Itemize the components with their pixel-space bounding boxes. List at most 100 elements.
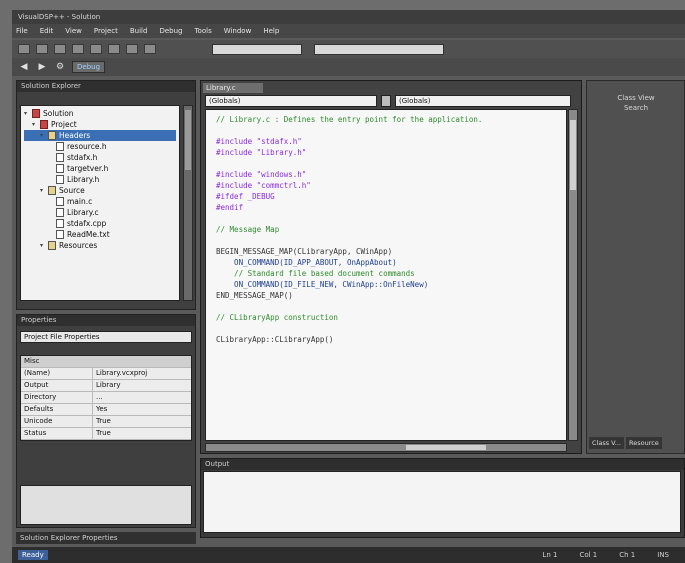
editor-vertical-scrollbar[interactable] [568,109,578,441]
editor-hscroll-thumb[interactable] [406,445,486,450]
menu-edit[interactable]: Edit [40,27,54,35]
output-panel: Output [200,458,685,538]
solution-tree: ▾ Solution ▾ Project ▾ Headers resource.h stdaf… [20,105,180,301]
expand-toggle-icon[interactable]: ▾ [40,185,48,196]
properties-description [20,485,192,525]
tree-item-label: ReadMe.txt [67,230,110,239]
back-arrow-icon[interactable]: ◀ [18,61,30,73]
configuration-combo[interactable]: Debug [72,61,106,73]
search-combo[interactable] [314,43,444,55]
tab-resource-view[interactable]: Resource [625,437,662,449]
status-ready: Ready [18,550,48,560]
editor-horizontal-scrollbar[interactable] [205,443,567,452]
tree-item-label: Library.c [67,208,99,217]
code-text-area[interactable]: // Library.c : Defines the entry point f… [205,109,567,441]
tree-item[interactable]: main.c [24,196,176,207]
scope-combo[interactable]: (Globals) [205,95,377,107]
open-file-button[interactable] [36,44,48,54]
menu-build[interactable]: Build [130,27,148,35]
tree-item[interactable]: stdafx.h [24,152,176,163]
member-combo[interactable]: (Globals) [395,95,571,107]
status-line: Ln 1 [542,551,558,559]
property-value[interactable]: True [93,416,191,427]
property-key: Output [21,380,93,391]
expand-toggle-icon[interactable]: ▾ [32,119,40,130]
class-view-search-label: Search [623,104,649,112]
menu-help[interactable]: Help [263,27,279,35]
editor-file-tab[interactable]: Library.c [203,83,263,93]
code-line: ON_COMMAND(ID_FILE_NEW, CWinApp::OnFileN… [216,280,429,289]
tree-item[interactable]: Library.c [24,207,176,218]
window-title: VisualDSP++ - Solution [12,10,685,24]
code-line: END_MESSAGE_MAP() [216,291,293,300]
property-row[interactable]: (Name) Library.vcxproj [21,368,191,380]
file-icon [56,142,64,151]
solution-scrollbar[interactable] [183,105,193,301]
property-row[interactable]: Defaults Yes [21,404,191,416]
property-row[interactable]: Output Library [21,380,191,392]
expand-toggle-icon[interactable]: ▾ [40,240,48,251]
tree-item[interactable]: Library.h [24,174,176,185]
file-icon [56,219,64,228]
solution-scroll-thumb[interactable] [185,110,191,170]
forward-arrow-icon[interactable]: ▶ [36,61,48,73]
property-value[interactable]: Library [93,380,191,391]
tree-item[interactable]: resource.h [24,141,176,152]
new-file-button[interactable] [18,44,30,54]
redo-button[interactable] [144,44,156,54]
expand-toggle-icon[interactable]: ▾ [40,130,48,141]
property-key: Directory [21,392,93,403]
output-text-area[interactable] [203,471,681,533]
paste-button[interactable] [108,44,120,54]
tree-item[interactable]: ReadMe.txt [24,229,176,240]
property-row[interactable]: Unicode True [21,416,191,428]
property-value[interactable]: Library.vcxproj [93,368,191,379]
tree-item[interactable]: ▾ Headers [24,130,176,141]
tree-item[interactable]: targetver.h [24,163,176,174]
property-value[interactable]: ... [93,392,191,403]
code-line: CLibraryApp::CLibraryApp() [216,335,334,344]
property-row[interactable]: Directory... [21,392,191,404]
find-input[interactable] [212,43,302,55]
property-value[interactable]: True [93,428,191,439]
properties-category[interactable]: Misc [21,356,191,368]
left-bottom-tab[interactable]: Solution Explorer Properties [16,532,196,544]
tree-item[interactable]: ▾ Project [24,119,176,130]
file-icon [56,208,64,217]
tab-class-view[interactable]: Class V... [589,437,624,449]
expand-toggle-icon[interactable]: ▾ [24,108,32,119]
build-icon[interactable]: ⚙ [54,61,66,73]
menu-file[interactable]: File [16,27,28,35]
property-row[interactable]: Status True [21,428,191,440]
right-panel-tabs: Class V... Resource [589,437,684,449]
menu-tools[interactable]: Tools [194,27,211,35]
tree-item-label: Source [59,186,85,195]
cut-button[interactable] [72,44,84,54]
status-bar: Ready Ln 1 Col 1 Ch 1 INS [12,547,685,563]
code-line: // CLibraryApp construction [216,313,338,322]
code-line: #include "Library.h" [216,148,307,157]
status-indicators: Ln 1 Col 1 Ch 1 INS [542,551,685,559]
tree-item[interactable]: ▾ Solution [24,108,176,119]
property-key: Defaults [21,404,93,415]
editor-vscroll-thumb[interactable] [570,120,576,190]
menu-view[interactable]: View [65,27,82,35]
properties-object-combo[interactable]: Project File Properties [20,331,192,343]
menu-project[interactable]: Project [94,27,118,35]
tree-item-label: Project [51,120,77,129]
menu-debug[interactable]: Debug [159,27,182,35]
tree-item[interactable]: stdafx.cpp [24,218,176,229]
tree-item-label: Solution [43,109,74,118]
nav-splitter[interactable] [381,95,391,107]
tree-item[interactable]: ▾ Resources [24,240,176,251]
copy-button[interactable] [90,44,102,54]
save-button[interactable] [54,44,66,54]
menu-window[interactable]: Window [224,27,252,35]
property-value[interactable]: Yes [93,404,191,415]
folder-icon [48,186,56,195]
tree-item[interactable]: ▾ Source [24,185,176,196]
undo-button[interactable] [126,44,138,54]
status-column: Col 1 [579,551,598,559]
